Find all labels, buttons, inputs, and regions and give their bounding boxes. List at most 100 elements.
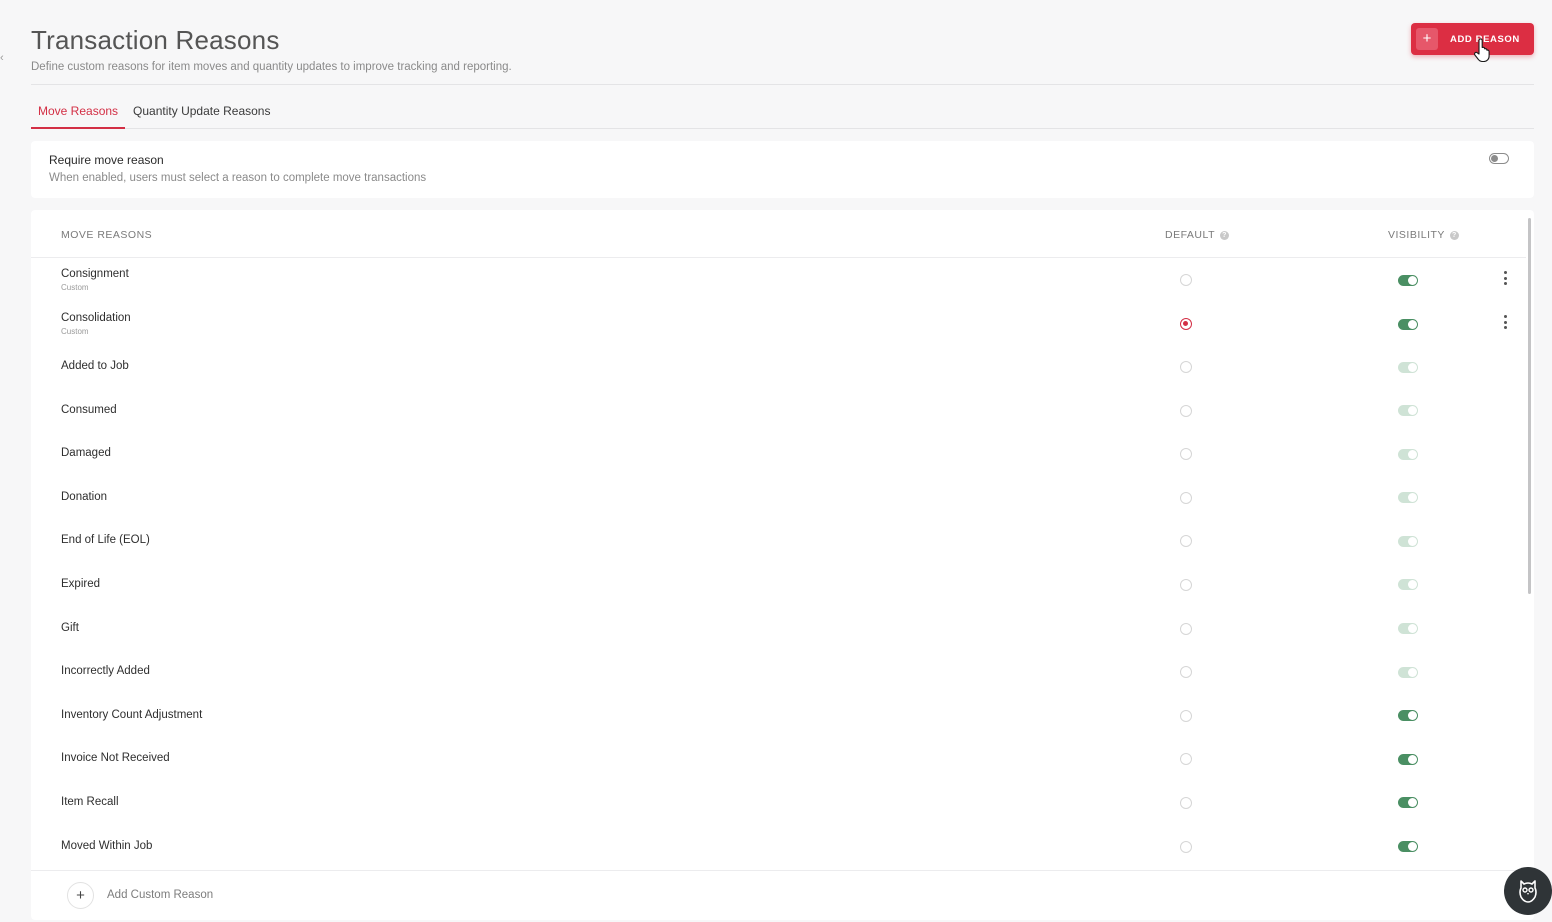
toggle-knob — [1408, 754, 1417, 764]
visibility-toggle[interactable] — [1398, 841, 1418, 853]
visibility-toggle[interactable] — [1398, 710, 1418, 722]
default-radio[interactable] — [1180, 622, 1192, 635]
reason-name: Expired — [61, 577, 100, 590]
add-custom-reason-label[interactable]: Add Custom Reason — [107, 889, 213, 901]
table-row: Added to Job — [31, 346, 1526, 390]
toggle-knob — [1408, 842, 1417, 852]
plus-icon: + — [1416, 28, 1438, 50]
toggle-knob — [1408, 798, 1417, 808]
visibility-toggle[interactable] — [1398, 318, 1418, 330]
toggle-knob — [1408, 536, 1417, 546]
owl-help-icon — [1519, 880, 1537, 903]
default-radio[interactable] — [1180, 318, 1192, 330]
reason-name: Invoice Not Received — [61, 752, 170, 765]
reason-name: Gift — [61, 621, 79, 634]
default-radio[interactable] — [1180, 709, 1192, 722]
column-header-default-label: DEFAULT — [1165, 229, 1215, 241]
table-row: Consolidation Custom — [31, 302, 1526, 346]
kebab-icon[interactable] — [1499, 314, 1511, 330]
default-radio[interactable] — [1180, 535, 1192, 548]
require-reason-description: When enabled, users must select a reason… — [49, 172, 427, 184]
table-body: Consignment Custom Consolidation Custom Adde… — [31, 258, 1526, 869]
reason-type-label: Custom — [61, 283, 89, 292]
reason-name: Moved Within Job — [61, 839, 153, 852]
table-row: Damaged — [31, 433, 1526, 477]
toggle-knob — [1408, 624, 1417, 634]
kebab-dot — [1503, 320, 1507, 324]
visibility-toggle — [1398, 492, 1418, 504]
visibility-toggle — [1398, 448, 1418, 460]
kebab-dot — [1503, 326, 1507, 329]
default-radio[interactable] — [1180, 404, 1192, 417]
default-radio[interactable] — [1180, 753, 1192, 766]
column-header-visibility: VISIBILITY ? — [1388, 229, 1459, 241]
visibility-toggle[interactable] — [1398, 274, 1418, 286]
column-header-name-label: MOVE REASONS — [61, 229, 153, 241]
page-subtitle: Define custom reasons for item moves and… — [31, 61, 512, 73]
column-header-name: MOVE REASONS — [61, 229, 152, 241]
require-reason-title: Require move reason — [49, 153, 164, 167]
default-radio[interactable] — [1180, 578, 1192, 591]
default-radio[interactable] — [1180, 448, 1192, 461]
visibility-toggle — [1398, 405, 1418, 417]
kebab-dot — [1503, 271, 1507, 274]
kebab-dot — [1503, 282, 1507, 285]
default-radio[interactable] — [1180, 796, 1192, 809]
kebab-dot — [1503, 276, 1507, 280]
default-radio[interactable] — [1180, 491, 1192, 504]
column-header-default: DEFAULT ? — [1165, 229, 1229, 241]
column-header-visibility-label: VISIBILITY — [1388, 229, 1445, 241]
reason-name: Consignment — [61, 268, 129, 280]
reason-name: End of Life (EOL) — [61, 534, 150, 547]
info-icon[interactable]: ? — [1219, 230, 1229, 240]
reason-name: Added to Job — [61, 360, 129, 372]
reason-tabs: Move Reasons Quantity Update Reasons — [31, 98, 1534, 129]
table-scrollbar[interactable] — [1528, 218, 1531, 594]
table-header: MOVE REASONS DEFAULT ? VISIBILITY ? — [31, 210, 1526, 258]
toggle-knob — [1408, 580, 1417, 590]
reason-name: Donation — [61, 490, 108, 503]
table-row: Donation — [31, 477, 1526, 521]
add-custom-reason-button[interactable]: + — [67, 882, 94, 909]
visibility-toggle — [1398, 579, 1418, 591]
page-title: Transaction Reasons — [31, 25, 280, 55]
kebab-icon[interactable] — [1499, 270, 1511, 286]
info-icon[interactable]: ? — [1449, 230, 1459, 240]
toggle-knob — [1408, 667, 1417, 677]
reason-name: Damaged — [61, 447, 111, 460]
table-footer: + Add Custom Reason — [31, 870, 1526, 920]
table-row: Moved Within Job — [31, 826, 1526, 870]
transaction-reasons-page: ‹ Transaction Reasons Define custom reas… — [0, 0, 1552, 922]
visibility-toggle — [1398, 361, 1418, 373]
help-widget-button[interactable] — [1504, 867, 1552, 915]
table-row: End of Life (EOL) — [31, 520, 1526, 564]
default-radio[interactable] — [1180, 274, 1192, 286]
visibility-toggle — [1398, 535, 1418, 547]
toggle-knob — [1408, 406, 1417, 416]
toggle-knob — [1491, 154, 1498, 162]
reasons-table: MOVE REASONS DEFAULT ? VISIBILITY ? Cons… — [31, 210, 1534, 920]
visibility-toggle[interactable] — [1398, 797, 1418, 809]
toggle-knob — [1408, 493, 1417, 503]
table-row: Consignment Custom — [31, 258, 1526, 302]
kebab-dot — [1503, 315, 1507, 318]
table-row: Gift — [31, 608, 1526, 652]
toggle-knob — [1408, 319, 1417, 329]
visibility-toggle[interactable] — [1398, 753, 1418, 765]
table-row: Item Recall — [31, 782, 1526, 826]
require-reason-toggle[interactable] — [1489, 153, 1509, 164]
reason-name: Item Recall — [61, 795, 119, 808]
require-reason-card: Require move reason When enabled, users … — [31, 141, 1534, 198]
default-radio[interactable] — [1180, 840, 1192, 853]
tab-move-reasons[interactable]: Move Reasons — [31, 98, 126, 129]
default-radio[interactable] — [1180, 361, 1192, 373]
default-radio[interactable] — [1180, 666, 1192, 679]
reason-name: Incorrectly Added — [61, 665, 150, 678]
tab-quantity-update-reasons[interactable]: Quantity Update Reasons — [126, 98, 277, 129]
hand-cursor-icon — [1473, 38, 1490, 62]
toggle-knob — [1408, 362, 1417, 372]
table-row: Inventory Count Adjustment — [31, 695, 1526, 739]
toggle-knob — [1408, 711, 1417, 721]
collapse-arrow-icon[interactable]: ‹ — [0, 52, 4, 64]
reason-name: Consolidation — [61, 312, 131, 324]
